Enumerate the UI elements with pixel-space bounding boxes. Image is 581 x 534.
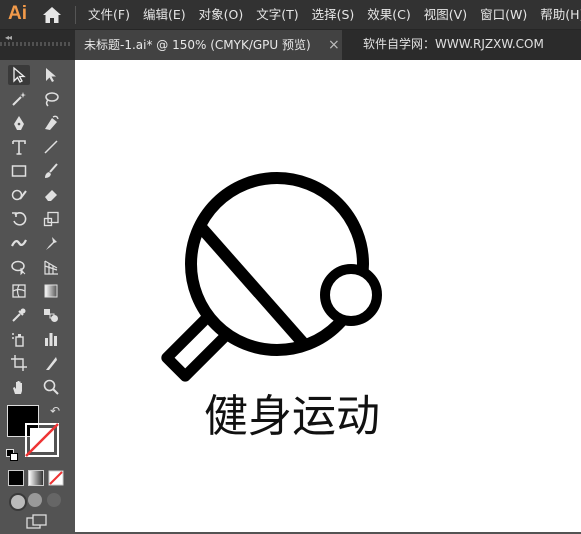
stroke-swatch[interactable]: [25, 423, 59, 457]
tools-panel: ↶: [0, 42, 72, 532]
mesh-tool-icon[interactable]: [8, 281, 30, 301]
scale-tool-icon[interactable]: [40, 209, 62, 229]
blend-tool-icon[interactable]: [40, 305, 62, 325]
magic-wand-tool-icon[interactable]: [8, 89, 30, 109]
none-mode-button[interactable]: [48, 470, 64, 486]
screen-mode-icon[interactable]: [26, 514, 48, 530]
hand-tool-icon[interactable]: [8, 377, 30, 397]
draw-inside-icon[interactable]: [47, 493, 61, 507]
toolbar-grip[interactable]: [0, 42, 72, 46]
menu-help[interactable]: 帮助(H): [540, 0, 581, 30]
artboard-tool-icon[interactable]: [8, 353, 30, 373]
lasso-tool-icon[interactable]: [40, 89, 62, 109]
paddle-head: [185, 172, 369, 356]
direct-selection-tool-icon[interactable]: [40, 65, 62, 85]
gradient-mode-button[interactable]: [28, 470, 44, 486]
perspective-grid-tool-icon[interactable]: [40, 257, 62, 277]
pen-tool-icon[interactable]: [8, 113, 30, 133]
color-mode-button[interactable]: [8, 470, 24, 486]
home-icon[interactable]: [42, 6, 62, 24]
artwork-caption: 健身运动: [204, 391, 380, 442]
ping-pong-ball: [320, 264, 382, 326]
column-graph-tool-icon[interactable]: [40, 329, 62, 349]
tab-strip: ◂◂ 未标题-1.ai* @ 150% (CMYK/GPU 预览) × 软件自学…: [0, 30, 581, 60]
document-tab[interactable]: 未标题-1.ai* @ 150% (CMYK/GPU 预览): [75, 30, 342, 60]
line-segment-tool-icon[interactable]: [40, 137, 62, 157]
shaper-tool-icon[interactable]: [8, 185, 30, 205]
zoom-tool-icon[interactable]: [40, 377, 62, 397]
paintbrush-tool-icon[interactable]: [40, 161, 62, 181]
puppet-warp-tool-icon[interactable]: [40, 233, 62, 253]
menu-bar: Ai 文件(F) 编辑(E) 对象(O) 文字(T) 选择(S) 效果(C) 视…: [0, 0, 581, 30]
tab-close-icon[interactable]: ×: [328, 30, 340, 60]
menu-select[interactable]: 选择(S): [312, 0, 355, 30]
menu-effect[interactable]: 效果(C): [367, 0, 410, 30]
rectangle-tool-icon[interactable]: [8, 161, 30, 181]
collapse-panel-icon[interactable]: ◂◂: [5, 33, 12, 42]
gradient-tool-icon[interactable]: [40, 281, 62, 301]
rotate-tool-icon[interactable]: [8, 209, 30, 229]
menu-divider: [75, 6, 76, 24]
document-tab-title: 未标题-1.ai* @ 150% (CMYK/GPU 预览): [84, 38, 311, 52]
swap-colors-icon[interactable]: ↶: [50, 405, 60, 417]
app-logo: Ai: [8, 3, 27, 24]
default-colors-icon[interactable]: [6, 446, 18, 461]
menu-edit[interactable]: 编辑(E): [143, 0, 186, 30]
curvature-tool-icon[interactable]: [40, 113, 62, 133]
artboard-canvas[interactable]: 健身运动: [75, 60, 581, 532]
draw-normal-icon[interactable]: [9, 493, 27, 511]
slice-tool-icon[interactable]: [40, 353, 62, 373]
type-tool-icon[interactable]: [8, 137, 30, 157]
menu-items: 文件(F) 编辑(E) 对象(O) 文字(T) 选择(S) 效果(C) 视图(V…: [88, 0, 581, 30]
eyedropper-tool-icon[interactable]: [8, 305, 30, 325]
menu-window[interactable]: 窗口(W): [480, 0, 527, 30]
menu-object[interactable]: 对象(O): [199, 0, 244, 30]
eraser-tool-icon[interactable]: [40, 185, 62, 205]
ping-pong-paddle-artwork[interactable]: [75, 60, 581, 532]
selection-tool-icon[interactable]: [8, 65, 30, 85]
draw-behind-icon[interactable]: [28, 493, 42, 507]
width-tool-icon[interactable]: [8, 233, 30, 253]
symbol-sprayer-tool-icon[interactable]: [8, 329, 30, 349]
menu-file[interactable]: 文件(F): [88, 0, 130, 30]
shape-builder-tool-icon[interactable]: [8, 257, 30, 277]
site-watermark: 软件自学网：WWW.RJZXW.COM: [363, 37, 544, 51]
menu-type[interactable]: 文字(T): [256, 0, 298, 30]
menu-view[interactable]: 视图(V): [424, 0, 467, 30]
